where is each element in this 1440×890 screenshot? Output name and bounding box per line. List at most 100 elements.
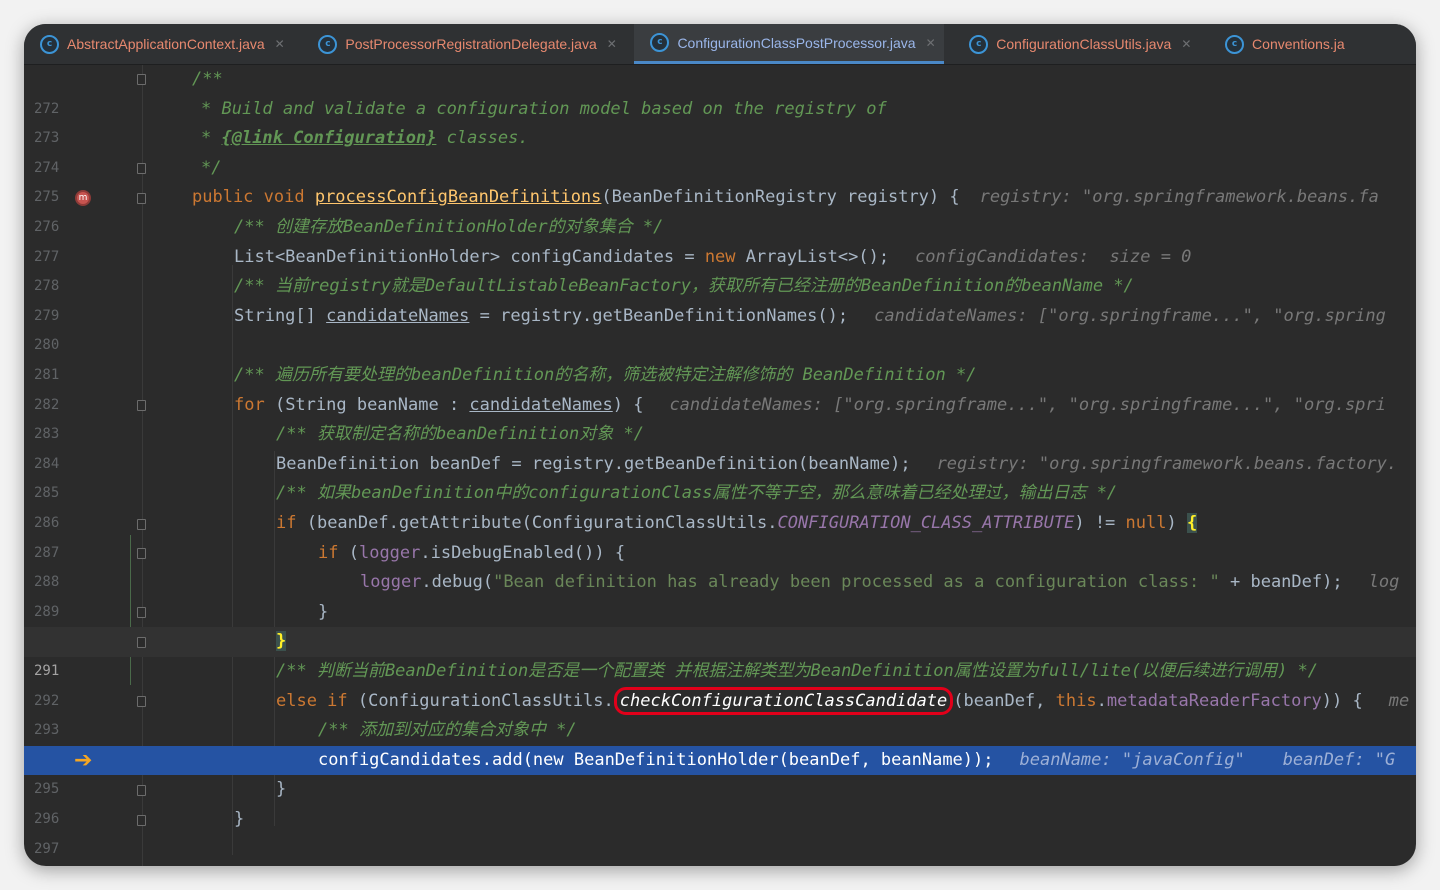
code-line[interactable]: 281 bbox=[24, 331, 1416, 383]
code-line[interactable]: 297 } bbox=[24, 805, 1416, 857]
code-line[interactable]: 282 /** 遍历所有要处理的beanDefinition的名称，筛选被特定注… bbox=[24, 361, 1416, 413]
tab-post-processor-registration-delegate[interactable]: c PostProcessorRegistrationDelegate.java… bbox=[302, 24, 624, 64]
code-text: = registry.getBeanDefinitionNames(); bbox=[469, 305, 849, 326]
code-text: .debug( bbox=[421, 572, 494, 593]
fold-icon[interactable] bbox=[137, 607, 146, 618]
code-line[interactable]: 298 bbox=[24, 835, 1416, 865]
inline-debug-value: configCandidates: size = 0 bbox=[915, 246, 1192, 267]
breakpoint-method-icon[interactable]: m bbox=[75, 190, 91, 206]
doc-comment: * bbox=[201, 128, 222, 149]
field[interactable]: logger bbox=[359, 543, 420, 563]
code-editor[interactable]: 272 /** 273 * Build and validate a confi… bbox=[24, 65, 1416, 866]
ide-window: c AbstractApplicationContext.java ✕ c Po… bbox=[24, 24, 1416, 866]
code-text: ) { bbox=[612, 394, 644, 415]
constant[interactable]: CONFIGURATION_CLASS_ATTRIBUTE bbox=[778, 513, 1075, 533]
comment: /** 遍历所有要处理的beanDefinition的名称，筛选被特定注解修饰的… bbox=[234, 365, 977, 385]
tab-conventions[interactable]: c Conventions.ja bbox=[1209, 24, 1353, 64]
fold-icon[interactable] bbox=[137, 696, 146, 707]
editor-tab-bar: c AbstractApplicationContext.java ✕ c Po… bbox=[24, 24, 1416, 65]
code-line[interactable]: 279 /** 当前registry就是DefaultListableBeanF… bbox=[24, 272, 1416, 324]
code-text: ( bbox=[338, 542, 359, 563]
code-line[interactable]: 294 /** 添加到对应的集合对象中 */ bbox=[24, 716, 1416, 768]
tab-configuration-class-utils[interactable]: c ConfigurationClassUtils.java ✕ bbox=[953, 24, 1199, 64]
execution-arrow-icon: ➔ bbox=[74, 748, 93, 773]
code-text: } bbox=[234, 809, 245, 829]
field[interactable]: logger bbox=[360, 572, 421, 592]
code-line[interactable]: 290 } bbox=[24, 598, 1416, 650]
comment: /** 添加到对应的集合对象中 */ bbox=[318, 720, 577, 741]
inline-debug-value: me bbox=[1388, 690, 1410, 711]
highlighted-method-call[interactable]: checkConfigurationClassCandidate bbox=[613, 686, 954, 715]
code-text: List<BeanDefinitionHolder> configCandida… bbox=[234, 246, 705, 267]
close-icon[interactable]: ✕ bbox=[926, 36, 936, 50]
doc-comment: classes. bbox=[436, 128, 529, 149]
doc-link-tag[interactable]: {@link Configuration} bbox=[221, 128, 436, 148]
variable[interactable]: candidateNames bbox=[326, 306, 469, 326]
keyword: new bbox=[704, 246, 736, 267]
inline-debug-value: candidateNames: ["org.springframe...", "… bbox=[669, 394, 1386, 415]
inline-debug-value: beanDef: "G bbox=[1282, 749, 1396, 770]
inline-debug-value: registry: "org.springframework.beans.fac… bbox=[936, 453, 1398, 474]
field[interactable]: metadataReaderFactory bbox=[1107, 691, 1322, 711]
code-text: . bbox=[1096, 690, 1107, 711]
fold-icon[interactable] bbox=[137, 519, 146, 530]
tab-label: Conventions.ja bbox=[1252, 36, 1345, 52]
code-line[interactable]: 289 logger.debug("Bean definition has al… bbox=[24, 568, 1416, 620]
fold-icon[interactable] bbox=[137, 193, 146, 204]
close-icon[interactable]: ✕ bbox=[275, 37, 285, 51]
fold-icon[interactable] bbox=[137, 785, 146, 796]
code-line[interactable]: 272 /** bbox=[24, 65, 1416, 117]
code-line[interactable]: 280 String[] candidateNames = registry.g… bbox=[24, 302, 1416, 354]
comment: /** 当前registry就是DefaultListableBeanFacto… bbox=[234, 276, 1134, 297]
code-line[interactable]: 273 * Build and validate a configuration… bbox=[24, 95, 1416, 147]
code-line[interactable]: 284 /** 获取制定名称的beanDefinition对象 */ bbox=[24, 420, 1416, 472]
close-icon[interactable]: ✕ bbox=[1181, 37, 1191, 51]
code-line-execution-point[interactable]: 295 configCandidates.add(new BeanDefinit… bbox=[24, 745, 1416, 797]
code-line[interactable]: 287 if (beanDef.getAttribute(Configurati… bbox=[24, 509, 1416, 561]
code-text: (beanDef, bbox=[953, 690, 1056, 711]
fold-icon[interactable] bbox=[137, 548, 146, 559]
code-line[interactable]: 292 /** 判断当前BeanDefinition是否是一个配置类 并根据注解… bbox=[24, 657, 1416, 709]
tab-label: ConfigurationClassUtils.java bbox=[996, 36, 1172, 52]
code-line[interactable]: 277 /** 创建存放BeanDefinitionHolder的对象集合 */ bbox=[24, 213, 1416, 265]
code-line[interactable]: 296 } bbox=[24, 775, 1416, 827]
tab-label: ConfigurationClassPostProcessor.java bbox=[677, 34, 916, 51]
doc-comment: * Build and validate a configuration mod… bbox=[201, 98, 887, 119]
tab-configuration-class-post-processor[interactable]: c ConfigurationClassPostProcessor.java ✕ bbox=[634, 24, 944, 64]
code-line[interactable]: 274 * {@link Configuration} classes. bbox=[24, 124, 1416, 176]
fold-icon[interactable] bbox=[137, 74, 146, 85]
code-text: } bbox=[276, 779, 287, 800]
tab-label: PostProcessorRegistrationDelegate.java bbox=[345, 36, 597, 52]
code-line[interactable]: 288 if (logger.isDebugEnabled()) { bbox=[24, 539, 1416, 591]
doc-comment: /** bbox=[192, 69, 223, 89]
inline-debug-value: log bbox=[1368, 572, 1400, 593]
code-line[interactable]: 286 /** 如果beanDefinition中的configurationC… bbox=[24, 479, 1416, 531]
fold-icon[interactable] bbox=[137, 815, 146, 826]
string-literal: "Bean definition has already been proces… bbox=[493, 572, 1220, 593]
fold-icon[interactable] bbox=[137, 163, 146, 174]
code-line[interactable]: 285 BeanDefinition beanDef = registry.ge… bbox=[24, 450, 1416, 502]
code-text: .isDebugEnabled()) { bbox=[420, 542, 626, 563]
code-text: String[] bbox=[234, 305, 327, 326]
fold-icon[interactable] bbox=[137, 400, 146, 411]
code-text: BeanDefinition beanDef = registry.getBea… bbox=[276, 453, 911, 474]
code-line[interactable]: 275 */ bbox=[24, 154, 1416, 206]
tab-abstract-application-context[interactable]: c AbstractApplicationContext.java ✕ bbox=[24, 24, 293, 64]
comment: /** 如果beanDefinition中的configurationClass… bbox=[276, 483, 1118, 504]
comment: /** 获取制定名称的beanDefinition对象 */ bbox=[276, 424, 644, 445]
code-line[interactable]: 278 List<BeanDefinitionHolder> configCan… bbox=[24, 243, 1416, 295]
code-text: ArrayList<>(); bbox=[735, 246, 890, 267]
keyword: for bbox=[234, 394, 265, 415]
fold-icon[interactable] bbox=[137, 637, 146, 648]
java-class-icon: c bbox=[969, 34, 989, 54]
code-line-current[interactable]: 291 } bbox=[24, 627, 1416, 679]
code-line[interactable]: 293 else if (ConfigurationClassUtils. che… bbox=[24, 686, 1416, 738]
method-name[interactable]: processConfigBeanDefinitions bbox=[315, 187, 602, 207]
java-class-icon: c bbox=[40, 34, 59, 54]
close-icon[interactable]: ✕ bbox=[607, 37, 617, 51]
java-class-icon: c bbox=[1225, 34, 1245, 54]
code-line[interactable]: 276 public void processConfigBeanDefinit… bbox=[24, 183, 1416, 235]
code-line[interactable]: 283 for (String beanName : candidateName… bbox=[24, 391, 1416, 443]
inline-debug-value: registry: "org.springframework.beans.fa bbox=[979, 187, 1379, 208]
variable[interactable]: candidateNames bbox=[469, 395, 612, 415]
